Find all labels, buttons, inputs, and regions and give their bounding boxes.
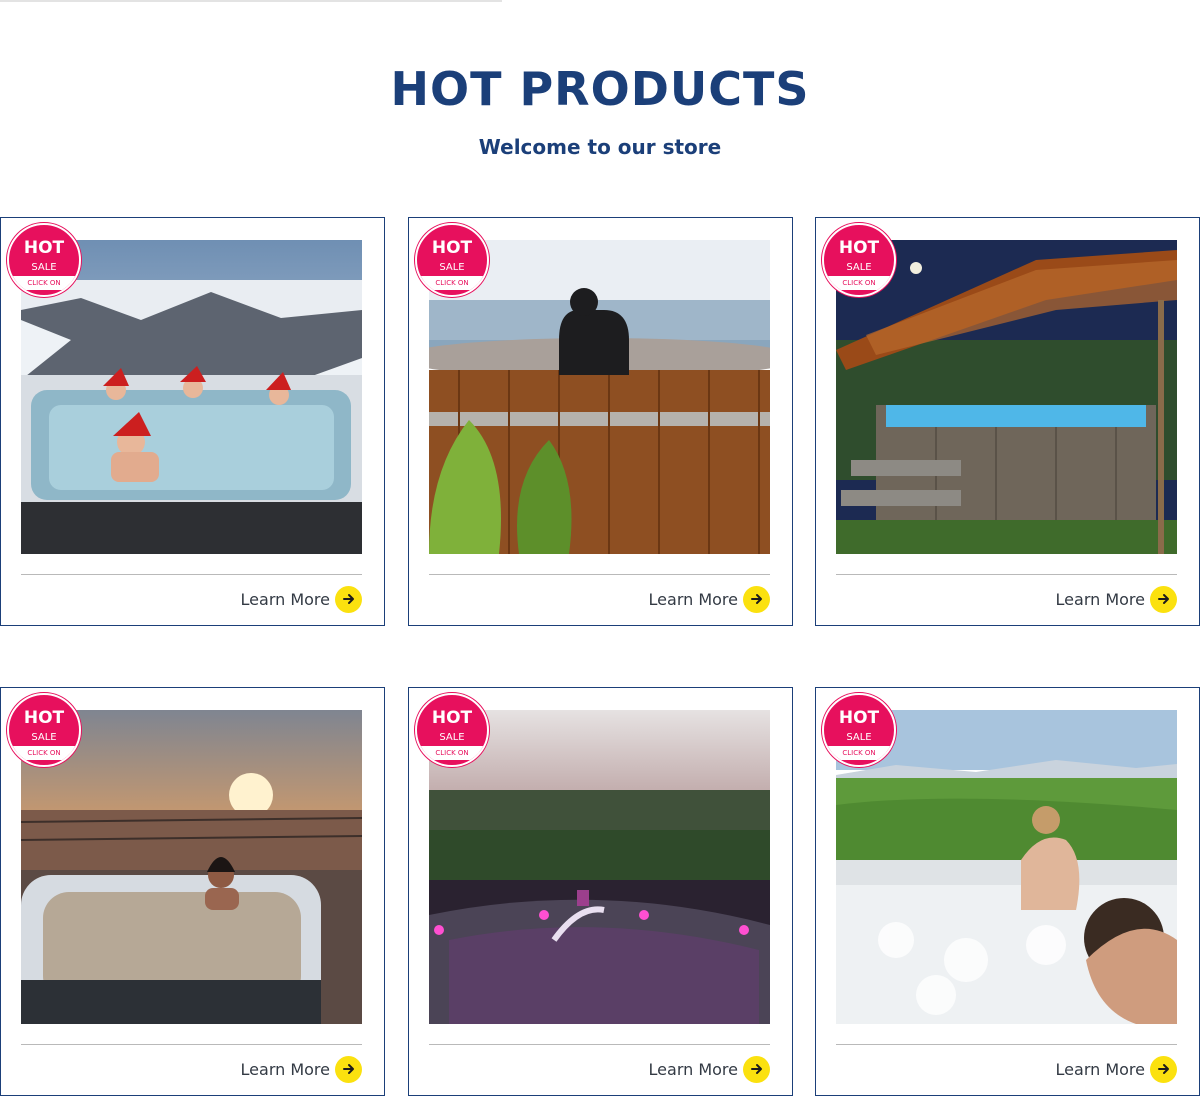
badge-sale-text: SALE <box>31 732 57 743</box>
badge-hot-text: HOT <box>838 708 880 728</box>
learn-more-button[interactable]: Learn More <box>1056 585 1177 613</box>
badge-click-on-text: CLICK ON <box>417 746 487 760</box>
product-card[interactable]: HOT SALE CLICK ON Learn More <box>408 687 793 1096</box>
card-divider <box>21 574 362 575</box>
arrow-right-icon[interactable] <box>335 1055 362 1083</box>
badge-hot-text: HOT <box>431 708 473 728</box>
learn-more-label: Learn More <box>648 1059 738 1079</box>
product-card[interactable]: HOT SALE CLICK ON Learn More <box>408 217 793 626</box>
arrow-right-icon[interactable] <box>335 585 362 613</box>
product-card[interactable]: HOT SALE CLICK ON Learn More <box>0 687 385 1096</box>
learn-more-label: Learn More <box>1055 589 1145 609</box>
card-divider <box>21 1044 362 1045</box>
card-divider <box>836 1044 1177 1045</box>
card-divider <box>836 574 1177 575</box>
hot-sale-badge[interactable]: HOT SALE CLICK ON <box>7 693 81 767</box>
product-card[interactable]: HOT SALE CLICK ON Learn More <box>0 217 385 626</box>
badge-click-on-text: CLICK ON <box>824 276 894 290</box>
learn-more-button[interactable]: Learn More <box>649 585 770 613</box>
badge-hot-text: HOT <box>23 708 65 728</box>
badge-hot-text: HOT <box>431 238 473 258</box>
hot-sale-badge[interactable]: HOT SALE CLICK ON <box>415 223 489 297</box>
badge-sale-text: SALE <box>439 732 465 743</box>
section-title: HOT PRODUCTS <box>390 62 810 116</box>
badge-click-on-text: CLICK ON <box>417 276 487 290</box>
learn-more-button[interactable]: Learn More <box>241 585 362 613</box>
learn-more-label: Learn More <box>240 589 330 609</box>
learn-more-label: Learn More <box>240 1059 330 1079</box>
badge-sale-text: SALE <box>31 262 57 273</box>
hot-sale-badge[interactable]: HOT SALE CLICK ON <box>415 693 489 767</box>
hot-sale-badge[interactable]: HOT SALE CLICK ON <box>7 223 81 297</box>
product-card[interactable]: HOT SALE CLICK ON Learn More <box>815 687 1200 1096</box>
badge-sale-text: SALE <box>439 262 465 273</box>
card-divider <box>429 1044 770 1045</box>
badge-sale-text: SALE <box>846 262 872 273</box>
section-subtitle: Welcome to our store <box>478 135 722 159</box>
learn-more-label: Learn More <box>648 589 738 609</box>
arrow-right-icon[interactable] <box>743 1055 770 1083</box>
badge-click-on-text: CLICK ON <box>824 746 894 760</box>
hot-sale-badge[interactable]: HOT SALE CLICK ON <box>822 693 896 767</box>
badge-hot-text: HOT <box>23 238 65 258</box>
product-card[interactable]: HOT SALE CLICK ON Learn More <box>815 217 1200 626</box>
card-divider <box>429 574 770 575</box>
learn-more-button[interactable]: Learn More <box>649 1055 770 1083</box>
arrow-right-icon[interactable] <box>1150 1055 1177 1083</box>
arrow-right-icon[interactable] <box>743 585 770 613</box>
hot-sale-badge[interactable]: HOT SALE CLICK ON <box>822 223 896 297</box>
learn-more-button[interactable]: Learn More <box>1056 1055 1177 1083</box>
top-divider-strip <box>0 0 502 2</box>
badge-sale-text: SALE <box>846 732 872 743</box>
learn-more-label: Learn More <box>1055 1059 1145 1079</box>
badge-click-on-text: CLICK ON <box>9 276 79 290</box>
badge-click-on-text: CLICK ON <box>9 746 79 760</box>
arrow-right-icon[interactable] <box>1150 585 1177 613</box>
learn-more-button[interactable]: Learn More <box>241 1055 362 1083</box>
badge-hot-text: HOT <box>838 238 880 258</box>
